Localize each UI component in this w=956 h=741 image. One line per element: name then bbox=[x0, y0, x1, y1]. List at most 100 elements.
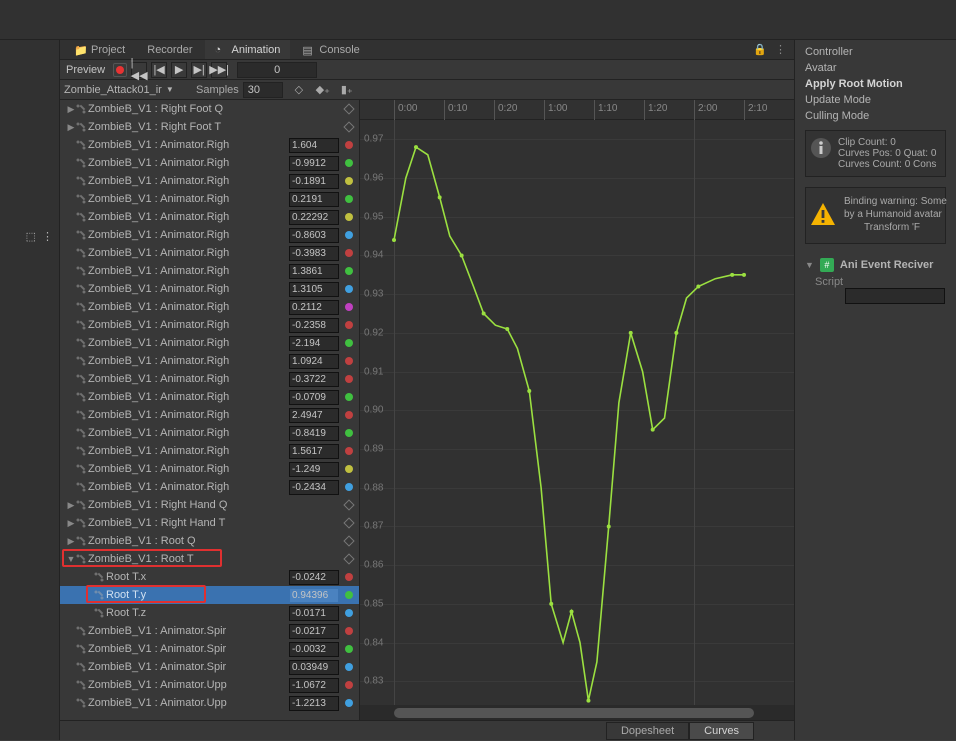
property-value[interactable] bbox=[289, 480, 339, 495]
property-value[interactable] bbox=[289, 246, 339, 261]
property-value[interactable] bbox=[289, 642, 339, 657]
menu-icon[interactable]: ⋮ bbox=[42, 230, 53, 243]
lock-icon[interactable]: 🔒 bbox=[753, 43, 767, 56]
curve-canvas[interactable]: 0.970.960.950.940.930.920.910.900.890.88… bbox=[360, 120, 794, 705]
first-frame-button[interactable]: |◀◀ bbox=[131, 62, 147, 78]
property-row[interactable]: ZombieB_V1 : Animator.Righ bbox=[60, 388, 359, 406]
property-row[interactable]: ZombieB_V1 : Animator.Righ bbox=[60, 172, 359, 190]
property-value[interactable] bbox=[289, 210, 339, 225]
property-row[interactable]: ZombieB_V1 : Animator.Righ bbox=[60, 352, 359, 370]
property-value[interactable] bbox=[289, 624, 339, 639]
property-row[interactable]: ZombieB_V1 : Animator.Upp bbox=[60, 694, 359, 712]
property-value[interactable] bbox=[289, 570, 339, 585]
preview-button[interactable]: Preview bbox=[66, 64, 109, 76]
field-avatar[interactable]: Avatar bbox=[805, 60, 946, 76]
property-value[interactable] bbox=[289, 408, 339, 423]
property-row[interactable]: ZombieB_V1 : Animator.Spir bbox=[60, 658, 359, 676]
script-object-field[interactable] bbox=[845, 288, 945, 304]
property-value[interactable] bbox=[289, 174, 339, 189]
foldout-icon[interactable]: ▶ bbox=[66, 500, 76, 511]
property-value[interactable] bbox=[289, 426, 339, 441]
property-row[interactable]: ZombieB_V1 : Animator.Righ bbox=[60, 262, 359, 280]
field-apply-root-motion[interactable]: Apply Root Motion bbox=[805, 76, 946, 92]
property-value[interactable] bbox=[289, 696, 339, 711]
property-row[interactable]: ZombieB_V1 : Animator.Righ bbox=[60, 208, 359, 226]
property-row[interactable]: ZombieB_V1 : Animator.Righ bbox=[60, 460, 359, 478]
property-value[interactable] bbox=[289, 678, 339, 693]
foldout-icon[interactable]: ▶ bbox=[66, 122, 76, 133]
property-value[interactable] bbox=[289, 606, 339, 621]
property-row[interactable]: ZombieB_V1 : Animator.Righ bbox=[60, 406, 359, 424]
menu-icon[interactable]: ⋮ bbox=[775, 43, 786, 56]
property-row[interactable]: ▼ZombieB_V1 : Root T bbox=[60, 550, 359, 568]
property-row[interactable]: ▶ZombieB_V1 : Right Foot T bbox=[60, 118, 359, 136]
property-value[interactable] bbox=[289, 228, 339, 243]
foldout-icon[interactable]: ▶ bbox=[66, 536, 76, 547]
property-value[interactable] bbox=[289, 588, 339, 603]
property-row[interactable]: ZombieB_V1 : Animator.Righ bbox=[60, 136, 359, 154]
frame-input[interactable] bbox=[237, 62, 317, 78]
property-row[interactable]: ZombieB_V1 : Animator.Righ bbox=[60, 154, 359, 172]
property-row[interactable]: ZombieB_V1 : Animator.Spir bbox=[60, 622, 359, 640]
property-value[interactable] bbox=[289, 138, 339, 153]
property-value[interactable] bbox=[289, 156, 339, 171]
property-row[interactable]: ▶ZombieB_V1 : Root Q bbox=[60, 532, 359, 550]
foldout-icon[interactable]: ▼ bbox=[805, 260, 814, 270]
property-row[interactable]: ▶ZombieB_V1 : Right Hand Q bbox=[60, 496, 359, 514]
samples-input[interactable] bbox=[243, 82, 283, 98]
property-value[interactable] bbox=[289, 354, 339, 369]
property-value[interactable] bbox=[289, 660, 339, 675]
property-row[interactable]: ZombieB_V1 : Animator.Righ bbox=[60, 424, 359, 442]
property-value[interactable] bbox=[289, 264, 339, 279]
property-row[interactable]: ZombieB_V1 : Animator.Righ bbox=[60, 370, 359, 388]
prev-frame-button[interactable]: |◀ bbox=[151, 62, 167, 78]
property-row[interactable]: ▶ZombieB_V1 : Right Hand T bbox=[60, 514, 359, 532]
add-keyframe-button[interactable]: ◇ bbox=[291, 82, 307, 98]
property-value[interactable] bbox=[289, 336, 339, 351]
property-row[interactable]: ZombieB_V1 : Animator.Righ bbox=[60, 226, 359, 244]
tab-dopesheet[interactable]: Dopesheet bbox=[606, 722, 689, 740]
h-scrollbar[interactable] bbox=[360, 705, 794, 720]
property-value[interactable] bbox=[289, 282, 339, 297]
foldout-icon[interactable]: ▼ bbox=[66, 554, 76, 564]
property-value[interactable] bbox=[289, 444, 339, 459]
field-update-mode[interactable]: Update Mode bbox=[805, 92, 946, 108]
property-row[interactable]: ZombieB_V1 : Animator.Righ bbox=[60, 280, 359, 298]
component-header[interactable]: ▼ # Ani Event Reciver bbox=[805, 258, 946, 272]
property-row[interactable]: ZombieB_V1 : Animator.Righ bbox=[60, 298, 359, 316]
property-value[interactable] bbox=[289, 390, 339, 405]
foldout-icon[interactable]: ▶ bbox=[66, 518, 76, 529]
property-value[interactable] bbox=[289, 318, 339, 333]
lock-icon[interactable]: ⬚ bbox=[26, 230, 36, 243]
tab-console[interactable]: ▤Console bbox=[292, 40, 369, 59]
field-controller[interactable]: Controller bbox=[805, 44, 946, 60]
add-marker-button[interactable]: ▮₊ bbox=[339, 82, 355, 98]
next-frame-button[interactable]: ▶| bbox=[191, 62, 207, 78]
property-row[interactable]: Root T.y bbox=[60, 586, 359, 604]
add-event-button[interactable]: ◆₊ bbox=[315, 82, 331, 98]
property-value[interactable] bbox=[289, 300, 339, 315]
play-button[interactable]: ▶ bbox=[171, 62, 187, 78]
tab-animation[interactable]: ◔Animation bbox=[205, 40, 291, 59]
property-row[interactable]: ZombieB_V1 : Animator.Righ bbox=[60, 316, 359, 334]
property-row[interactable]: Root T.x bbox=[60, 568, 359, 586]
last-frame-button[interactable]: ▶▶| bbox=[211, 62, 227, 78]
property-row[interactable]: ZombieB_V1 : Animator.Upp bbox=[60, 676, 359, 694]
tab-curves[interactable]: Curves bbox=[689, 722, 754, 740]
scroll-thumb[interactable] bbox=[394, 708, 754, 718]
record-button[interactable] bbox=[113, 63, 127, 77]
property-value[interactable] bbox=[289, 372, 339, 387]
property-row[interactable]: ▶ZombieB_V1 : Right Foot Q bbox=[60, 100, 359, 118]
property-row[interactable]: ZombieB_V1 : Animator.Righ bbox=[60, 190, 359, 208]
property-value[interactable] bbox=[289, 462, 339, 477]
tab-project[interactable]: 📁Project bbox=[64, 40, 135, 59]
property-row[interactable]: ZombieB_V1 : Animator.Righ bbox=[60, 478, 359, 496]
property-list[interactable]: ▶ZombieB_V1 : Right Foot Q▶ZombieB_V1 : … bbox=[60, 100, 360, 720]
clip-dropdown[interactable]: Zombie_Attack01_ir▼ bbox=[64, 84, 194, 96]
property-row[interactable]: ZombieB_V1 : Animator.Righ bbox=[60, 244, 359, 262]
property-row[interactable]: ZombieB_V1 : Animator.Righ bbox=[60, 442, 359, 460]
field-culling-mode[interactable]: Culling Mode bbox=[805, 108, 946, 124]
timeline-ruler[interactable]: 0:000:100:201:001:101:202:002:10 bbox=[360, 100, 794, 120]
foldout-icon[interactable]: ▶ bbox=[66, 104, 76, 115]
property-row[interactable]: ZombieB_V1 : Animator.Righ bbox=[60, 334, 359, 352]
